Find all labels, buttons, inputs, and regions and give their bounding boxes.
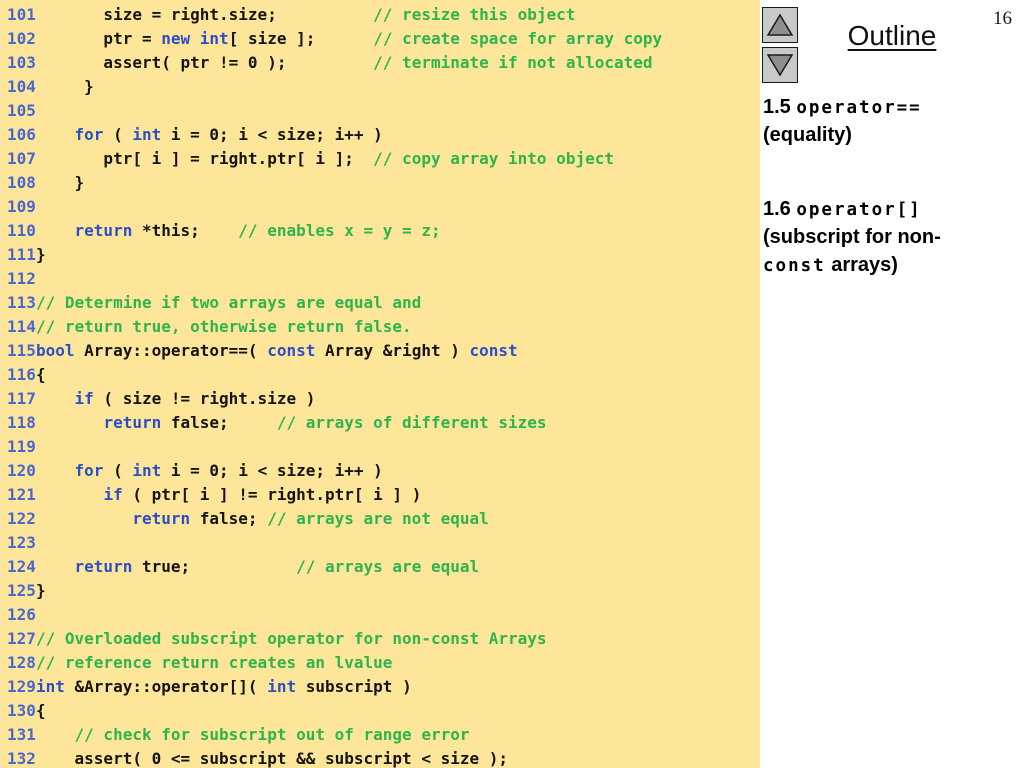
outline-item: 1.5 operator== (equality) xyxy=(763,96,922,146)
scroll-down-button[interactable] xyxy=(762,47,798,83)
code-line: 121 if ( ptr[ i ] != right.ptr[ i ] ) xyxy=(7,485,422,504)
code-line: 113// Determine if two arrays are equal … xyxy=(7,293,422,312)
code-line: 122 return false; // arrays are not equa… xyxy=(7,509,489,528)
code-line: 123 xyxy=(7,533,36,552)
code-line: 107 ptr[ i ] = right.ptr[ i ]; // copy a… xyxy=(7,149,614,168)
code-line: 129int &Array::operator[]( int subscript… xyxy=(7,677,412,696)
code-line: 130{ xyxy=(7,701,46,720)
down-arrow-icon xyxy=(766,54,794,77)
code-line: 128// reference return creates an lvalue xyxy=(7,653,393,672)
code-line: 117 if ( size != right.size ) xyxy=(7,389,316,408)
code-line: 105 xyxy=(7,101,36,120)
code-line: 111} xyxy=(7,245,46,264)
code-line: 126 xyxy=(7,605,36,624)
outline-items: 1.5 operator== (equality) 1.6 operator[] (s… xyxy=(763,94,981,280)
code-line: 132 assert( 0 <= subscript && subscript … xyxy=(7,749,509,768)
code-line: 124 return true; // arrays are equal xyxy=(7,557,480,576)
code-line: 103 assert( ptr != 0 ); // terminate if … xyxy=(7,53,653,72)
code-line: 125} xyxy=(7,581,46,600)
outline-title: Outline xyxy=(847,20,937,51)
code-line: 110 return *this; // enables x = y = z; xyxy=(7,221,441,240)
code-line: 112 xyxy=(7,269,36,288)
code-line: 120 for ( int i = 0; i < size; i++ ) xyxy=(7,461,383,480)
code-line: 106 for ( int i = 0; i < size; i++ ) xyxy=(7,125,383,144)
code-line: 109 xyxy=(7,197,36,216)
code-line: 119 xyxy=(7,437,36,456)
code-line: 127// Overloaded subscript operator for … xyxy=(7,629,547,648)
code-lines: 101 size = right.size; // resize this ob… xyxy=(0,0,760,768)
slide: 101 size = right.size; // resize this ob… xyxy=(0,0,1024,768)
code-line: 108 } xyxy=(7,173,85,192)
code-panel: 101 size = right.size; // resize this ob… xyxy=(0,0,760,768)
code-line: 114// return true, otherwise return fals… xyxy=(7,317,412,336)
outline-sidebar: 16 Outline 1.5 operator== (equality) 1.6 o… xyxy=(760,0,1024,768)
code-line: 101 size = right.size; // resize this ob… xyxy=(7,5,576,24)
code-line: 116{ xyxy=(7,365,46,384)
code-line: 104 } xyxy=(7,77,94,96)
code-line: 118 return false; // arrays of different… xyxy=(7,413,547,432)
code-line: 131 // check for subscript out of range … xyxy=(7,725,470,744)
code-line: 102 ptr = new int[ size ]; // create spa… xyxy=(7,29,663,48)
code-line: 115bool Array::operator==( const Array &… xyxy=(7,341,518,360)
outline-item: 1.6 operator[] (subscript for non-const a… xyxy=(763,198,941,276)
